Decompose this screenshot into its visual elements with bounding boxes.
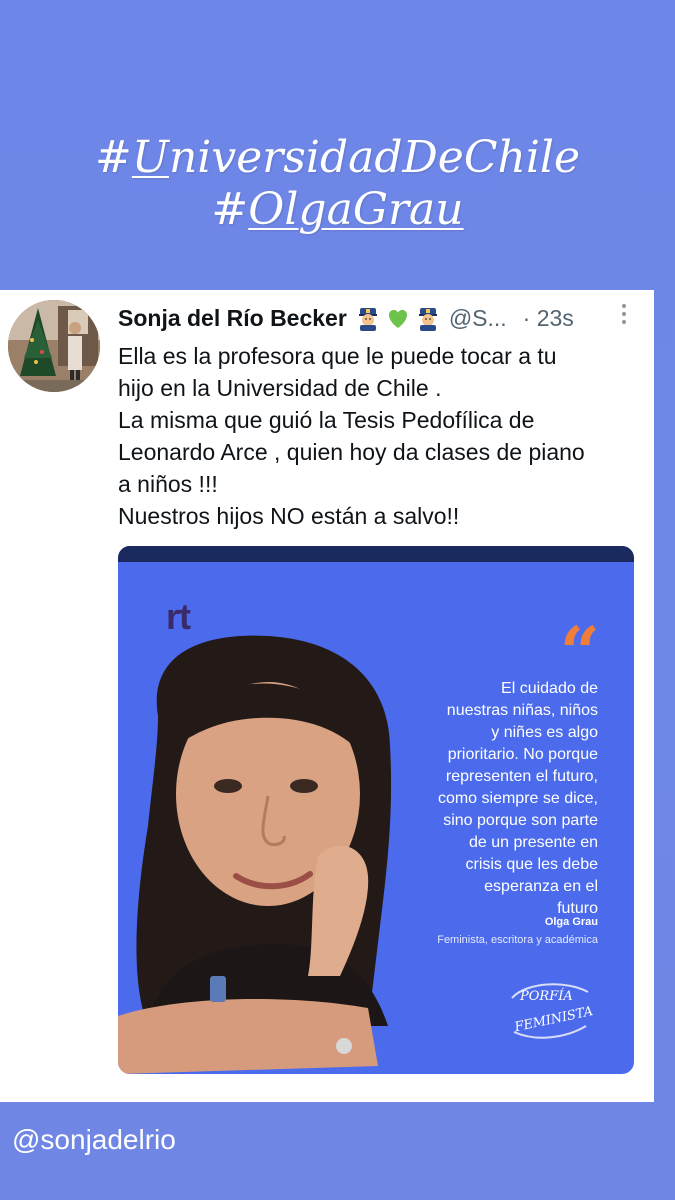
tweet-text-line: a niños !!! [118, 471, 218, 497]
svg-text:PORFÍA: PORFÍA [519, 988, 573, 1004]
police-officer-icon [358, 308, 377, 331]
more-options-icon[interactable] [620, 303, 628, 325]
rt-logo: rt [166, 596, 191, 637]
quote-line: prioritario. No porque [447, 746, 598, 763]
police-officer-icon [418, 308, 437, 331]
quote-line: nuestras niñas, niños [446, 702, 598, 719]
hashtag-lead: # [94, 132, 132, 183]
tweet-timestamp[interactable]: · 23s [523, 305, 574, 332]
hashtag-lead: # [211, 184, 249, 235]
hashtag-universidad-de-chile[interactable]: #UniversidadDeChile [0, 132, 675, 184]
tweet-text-line: Leonardo Arce , quien hoy da clases de p… [118, 439, 585, 465]
hashtag-underlined-part: OlgaGrau [248, 184, 464, 235]
user-handle[interactable]: @S... [449, 305, 507, 332]
quote-line: crisis que les debe [465, 856, 598, 873]
tweet-text-line: Ella es la profesora que le puede tocar … [118, 343, 557, 369]
name-emojis [355, 305, 441, 331]
svg-text:FEMINISTA: FEMINISTA [512, 1004, 594, 1035]
porfia-feminista-logo: PORFÍA FEMINISTA [511, 983, 594, 1039]
quote-line: esperanza en el [484, 878, 598, 895]
story-mention-handle[interactable]: @sonjadelrio [12, 1124, 176, 1156]
tweet-header: Sonja del Río Becker @S... · 23s [118, 302, 648, 334]
hashtag-olga-grau[interactable]: #OlgaGrau [0, 184, 675, 236]
quote-line: como siempre se dice, [437, 790, 598, 807]
tweet-text-line: hijo en la Universidad de Chile . [118, 375, 442, 401]
avatar-photo [8, 300, 100, 392]
hashtag-overlay: #UniversidadDeChile #OlgaGrau [0, 132, 675, 236]
tweet-text-line: La misma que guió la Tesis Pedofílica de [118, 407, 535, 433]
tweet-text: Ella es la profesora que le puede tocar … [118, 340, 638, 532]
green-heart-icon [388, 309, 407, 328]
display-name[interactable]: Sonja del Río Becker [118, 305, 347, 332]
quote-author-role: Feminista, escritora y académica [437, 934, 598, 946]
avatar[interactable] [8, 300, 100, 392]
tweet-screenshot-card: Sonja del Río Becker @S... · 23s Ella es… [0, 290, 654, 1102]
quote-line: El cuidado de [501, 680, 598, 697]
tweet-media-image[interactable]: rt “ El cuidado de nuestras niñas, niños… [118, 546, 634, 1074]
hashtag-rest: niversidadDeChile [168, 132, 581, 183]
quote-text: El cuidado de nuestras niñas, niños y ni… [368, 678, 598, 920]
quote-author: Olga Grau [544, 916, 598, 928]
tweet-text-line: Nuestros hijos NO están a salvo!! [118, 503, 460, 529]
hashtag-underlined-part: U [131, 132, 169, 183]
quote-line: representen el futuro, [445, 768, 598, 785]
quote-line: de un presente en [469, 834, 598, 851]
quote-line: y niñes es algo [491, 724, 598, 741]
quote-line: sino porque son parte [443, 812, 598, 829]
instagram-story: #UniversidadDeChile #OlgaGrau Sonja del … [0, 0, 675, 1200]
